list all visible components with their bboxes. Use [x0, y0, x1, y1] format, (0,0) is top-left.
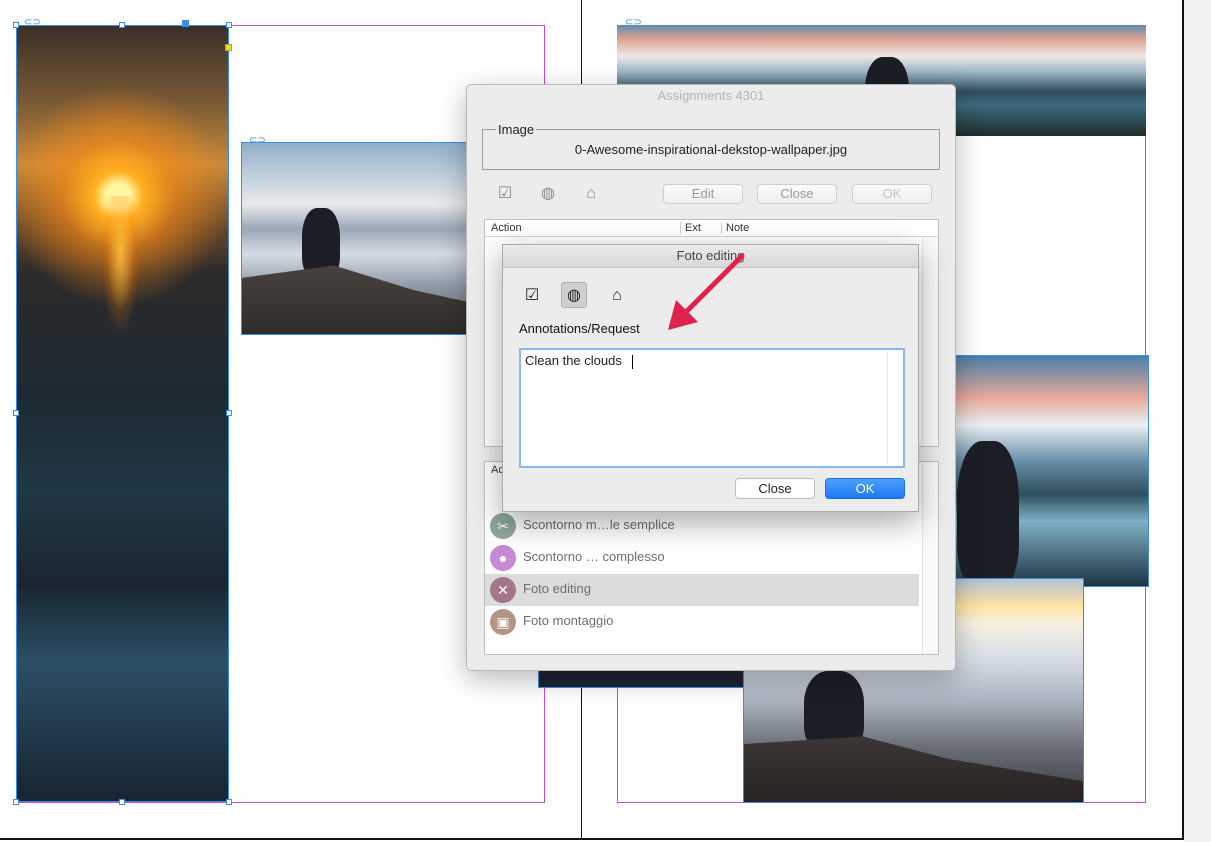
resize-handle[interactable] — [13, 410, 19, 416]
list-item-label: Scontorno … complesso — [523, 549, 665, 564]
person-clouds-image[interactable] — [241, 142, 471, 335]
photo-stack-icon: ▣ — [490, 609, 516, 635]
image-group: 0-Awesome-inspirational-dekstop-wallpape… — [482, 129, 940, 170]
brush-icon: ✕ — [490, 577, 516, 603]
checklist-icon[interactable]: ☑ — [519, 283, 545, 309]
annotations-text: Clean the clouds — [525, 353, 622, 368]
col-header-action[interactable]: Action — [491, 220, 522, 236]
resize-handle[interactable] — [226, 410, 232, 416]
list-scrollbar[interactable] — [922, 462, 938, 654]
sub-ok-button[interactable]: OK — [825, 478, 905, 499]
lake-image[interactable] — [946, 355, 1149, 587]
globe-icon[interactable]: ◍ — [561, 282, 587, 308]
annotations-label: Annotations/Request — [519, 321, 640, 336]
table-header-divider — [485, 236, 938, 237]
ok-button[interactable]: OK — [852, 184, 932, 204]
people-icon: ● — [490, 545, 516, 571]
spread-bottom-edge — [0, 838, 1184, 840]
resize-handle[interactable] — [119, 22, 125, 28]
annotations-textarea[interactable]: Clean the clouds — [519, 348, 905, 468]
list-item[interactable]: ▣ Foto montaggio — [485, 606, 919, 638]
edit-button[interactable]: Edit — [663, 184, 743, 204]
resize-handle[interactable] — [13, 799, 19, 805]
link-icon[interactable]: ⊂⊃ — [249, 135, 266, 146]
rock — [744, 736, 1083, 802]
list-item[interactable]: ✂ Scontorno m…le semplice — [485, 510, 919, 542]
pasteboard-strip — [1184, 0, 1211, 842]
dialog-title: Assignments 4301 — [657, 88, 765, 103]
column-separator — [721, 222, 722, 234]
checklist-icon[interactable]: ☑ — [494, 183, 516, 205]
link-icon[interactable]: ⊂⊃ — [24, 17, 41, 28]
resize-handle[interactable] — [226, 799, 232, 805]
red-arrow-annotation — [668, 253, 745, 330]
corner-option-handle[interactable] — [225, 44, 232, 51]
textarea-scrollbar[interactable] — [887, 351, 902, 465]
list-item[interactable]: ✕ Foto editing — [485, 574, 919, 606]
image-group-label: Image — [496, 122, 537, 137]
list-item-label: Foto editing — [523, 581, 591, 596]
col-header-ext[interactable]: Ext — [685, 220, 701, 236]
list-item-label: Scontorno m…le semplice — [523, 517, 675, 532]
content-grabber-handle[interactable] — [182, 20, 189, 27]
list-item-label: Foto montaggio — [523, 613, 614, 628]
home-icon[interactable]: ⌂ — [604, 283, 630, 309]
list-item[interactable]: ● Scontorno … complesso — [485, 542, 919, 574]
resize-handle[interactable] — [119, 799, 125, 805]
col-header-note[interactable]: Note — [726, 220, 749, 236]
text-caret — [631, 354, 633, 369]
column-separator — [680, 222, 681, 234]
resize-handle[interactable] — [226, 22, 232, 28]
image-filename: 0-Awesome-inspirational-dekstop-wallpape… — [574, 142, 848, 157]
globe-icon[interactable]: ◍ — [537, 183, 559, 205]
home-icon[interactable]: ⌂ — [580, 183, 602, 205]
selection-outline — [16, 25, 229, 802]
link-icon[interactable]: ⊂⊃ — [625, 17, 642, 28]
table-scrollbar[interactable] — [922, 237, 938, 446]
rock — [242, 265, 470, 334]
sub-close-button[interactable]: Close — [735, 478, 815, 499]
scissors-icon: ✂ — [490, 513, 516, 539]
person-silhouette — [957, 441, 1019, 586]
close-button[interactable]: Close — [757, 184, 837, 204]
resize-handle[interactable] — [13, 22, 19, 28]
